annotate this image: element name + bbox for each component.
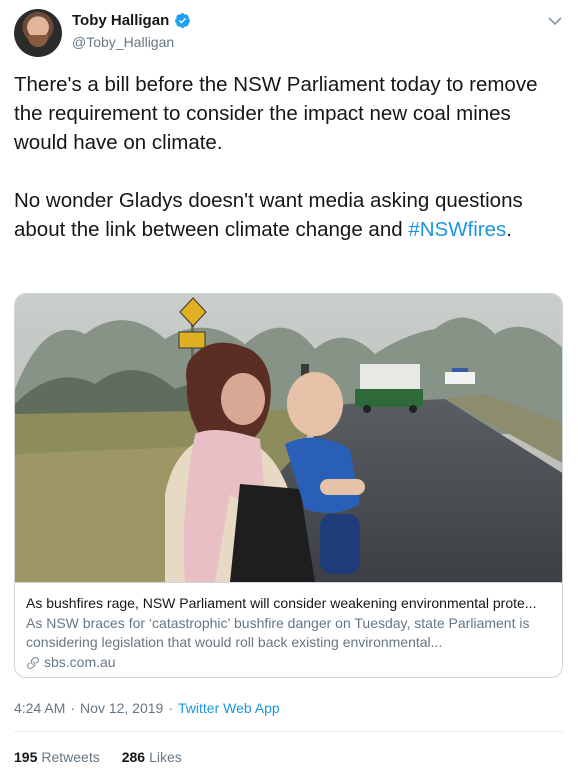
display-name[interactable]: Toby Halligan bbox=[72, 12, 169, 29]
police-car bbox=[445, 372, 475, 384]
card-domain[interactable]: sbs.com.au bbox=[26, 653, 553, 672]
avatar-beard bbox=[28, 35, 48, 47]
card-meta: As bushfires rage, NSW Parliament will c… bbox=[15, 582, 562, 677]
likes-stat[interactable]: 286 Likes bbox=[122, 749, 182, 765]
separator: · bbox=[168, 700, 174, 716]
tweet-text: There's a bill before the NSW Parliament… bbox=[14, 70, 564, 244]
handle[interactable]: @Toby_Halligan bbox=[72, 34, 174, 50]
hashtag-link[interactable]: #NSWfires bbox=[408, 218, 506, 241]
source-link[interactable]: Twitter Web App bbox=[178, 700, 280, 716]
retweets-label: Retweets bbox=[41, 749, 100, 765]
tweet-text-run: . bbox=[506, 218, 512, 241]
tweet-paragraph: No wonder Gladys doesn't want media aski… bbox=[14, 186, 564, 244]
card-domain-text: sbs.com.au bbox=[44, 654, 116, 670]
link-card[interactable]: As bushfires rage, NSW Parliament will c… bbox=[14, 293, 563, 678]
retweets-stat[interactable]: 195 Retweets bbox=[14, 749, 100, 765]
separator: · bbox=[70, 700, 76, 716]
retweets-count: 195 bbox=[14, 749, 38, 765]
likes-label: Likes bbox=[149, 749, 182, 765]
timestamp-row: 4:24 AM · Nov 12, 2019 · Twitter Web App bbox=[14, 700, 280, 716]
card-description: As NSW braces for ‘catastrophic’ bushfir… bbox=[26, 615, 530, 650]
stats-row: 195 Retweets 286 Likes bbox=[14, 749, 182, 765]
link-icon bbox=[27, 656, 39, 669]
avatar[interactable] bbox=[14, 9, 62, 57]
chevron-down-icon[interactable] bbox=[548, 16, 562, 26]
tweet-time[interactable]: 4:24 AM bbox=[14, 700, 65, 716]
card-title[interactable]: As bushfires rage, NSW Parliament will c… bbox=[26, 594, 553, 613]
baby-head bbox=[287, 372, 343, 436]
tweet: Toby Halligan @Toby_Halligan There's a b… bbox=[0, 0, 578, 780]
likes-count: 286 bbox=[121, 749, 146, 765]
distance-plate bbox=[178, 331, 206, 349]
woman-face bbox=[221, 373, 265, 425]
author-name-row[interactable]: Toby Halligan bbox=[72, 12, 191, 29]
card-image[interactable] bbox=[15, 294, 563, 582]
tweet-date[interactable]: Nov 12, 2019 bbox=[80, 700, 163, 716]
truck-base bbox=[355, 389, 423, 407]
divider bbox=[14, 731, 564, 732]
verified-badge-icon bbox=[175, 13, 191, 28]
baby-arm bbox=[320, 479, 365, 495]
tweet-paragraph: There's a bill before the NSW Parliament… bbox=[14, 73, 538, 154]
baby-leg bbox=[320, 514, 360, 574]
